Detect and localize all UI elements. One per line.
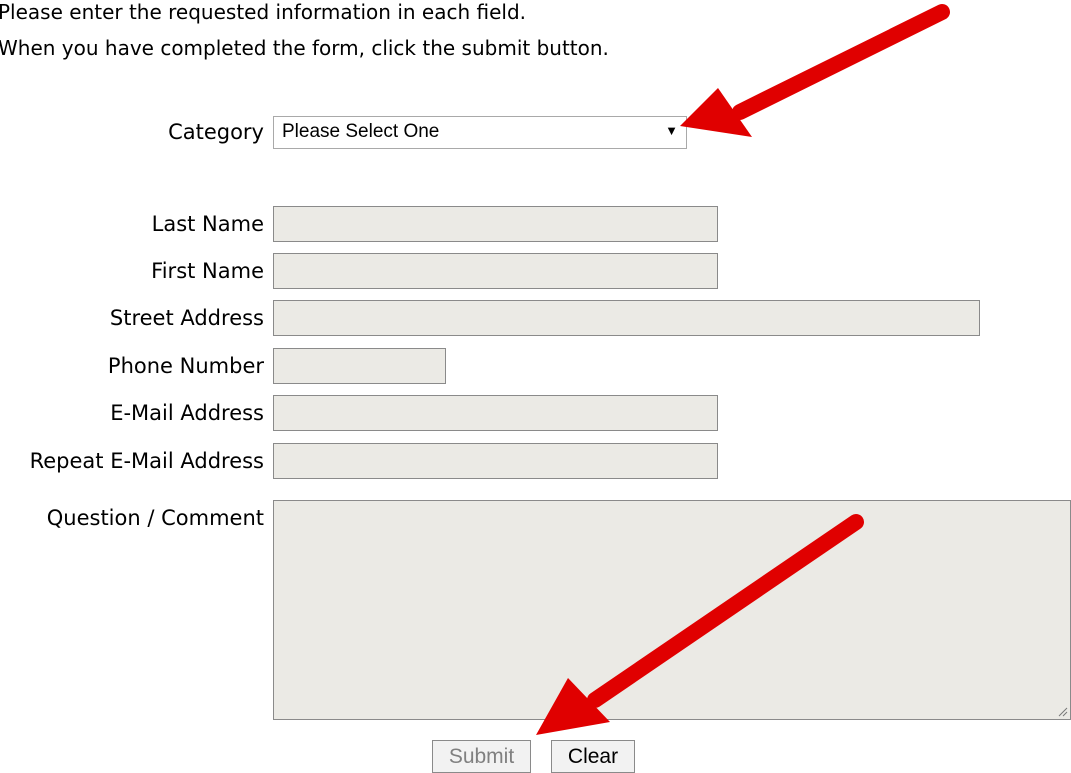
clear-button[interactable]: Clear (551, 740, 635, 773)
email-input[interactable] (273, 395, 718, 431)
phone-number-label: Phone Number (107, 354, 264, 378)
instructions: Please enter the requested information i… (0, 0, 609, 66)
first-name-input[interactable] (273, 253, 718, 289)
email-label: E-Mail Address (110, 401, 264, 425)
instructions-line-2: When you have completed the form, click … (0, 36, 609, 60)
first-name-label: First Name (151, 259, 264, 283)
street-address-input[interactable] (273, 300, 980, 336)
repeat-email-input[interactable] (273, 443, 718, 479)
category-selected-value: Please Select One (282, 121, 440, 142)
street-address-label: Street Address (109, 306, 264, 330)
phone-number-input[interactable] (273, 348, 446, 384)
last-name-input[interactable] (273, 206, 718, 242)
category-label: Category (168, 120, 264, 144)
dropdown-arrow-icon: ▼ (665, 123, 678, 138)
repeat-email-label: Repeat E-Mail Address (29, 449, 264, 473)
resize-grip-icon[interactable] (1056, 705, 1068, 717)
arrow-to-category-icon (680, 4, 950, 137)
question-comment-label: Question / Comment (46, 506, 264, 530)
question-comment-textarea[interactable] (273, 500, 1071, 720)
category-select[interactable]: Please Select One ▼ (273, 116, 687, 149)
instructions-line-1: Please enter the requested information i… (0, 0, 527, 24)
submit-button[interactable]: Submit (432, 740, 531, 773)
last-name-label: Last Name (151, 212, 264, 236)
